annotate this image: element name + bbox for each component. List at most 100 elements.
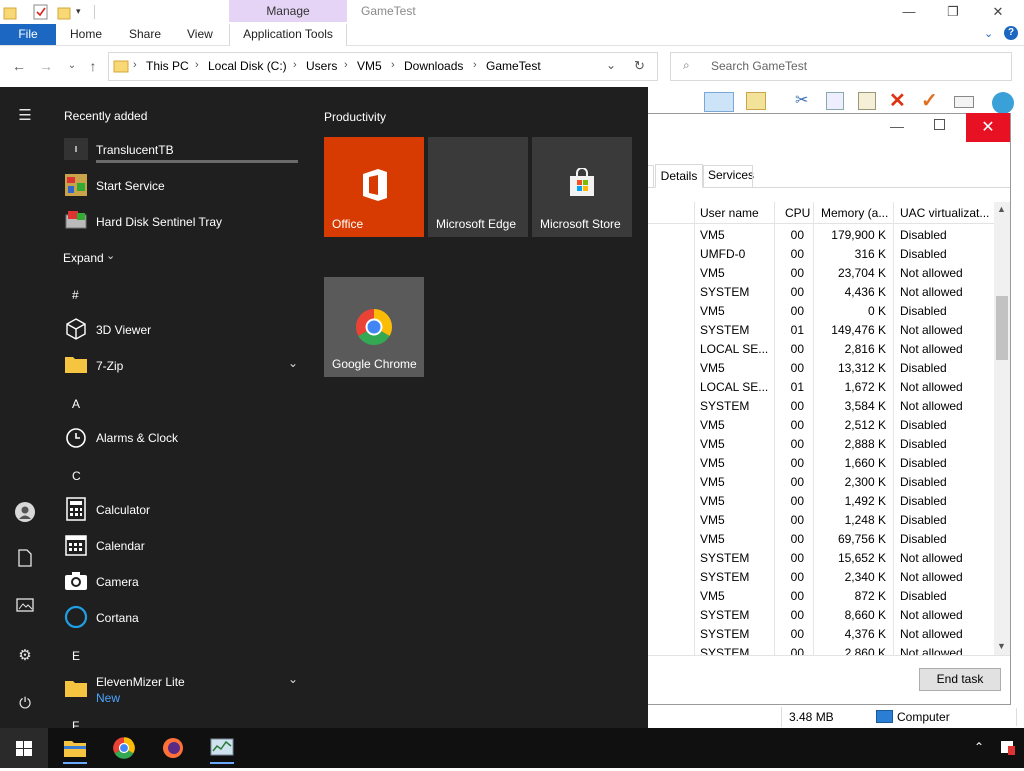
back-arrow-icon[interactable]: ←	[10, 57, 28, 75]
tab-application-tools[interactable]: Application Tools	[229, 24, 347, 46]
app-calculator[interactable]: Calculator	[96, 503, 150, 517]
group-letter[interactable]: E	[72, 649, 80, 663]
copy-icon[interactable]	[826, 92, 844, 110]
table-row[interactable]: SYSTEM 00 2,860 K Not allowed	[648, 643, 994, 655]
group-letter[interactable]: F	[72, 719, 79, 728]
table-row[interactable]: LOCAL SE... 00 2,816 K Not allowed	[648, 339, 994, 358]
power-icon[interactable]: ⏻	[14, 693, 36, 715]
table-row[interactable]: VM5 00 179,900 K Disabled	[648, 225, 994, 244]
table-row[interactable]: SYSTEM 00 15,652 K Not allowed	[648, 548, 994, 567]
check-icon[interactable]: ✓	[921, 88, 938, 113]
table-row[interactable]: UMFD-0 00 316 K Disabled	[648, 244, 994, 263]
tab-previous-partial[interactable]	[648, 165, 654, 188]
table-row[interactable]: SYSTEM 00 3,584 K Not allowed	[648, 396, 994, 415]
firefox-taskbar-icon[interactable]	[161, 736, 185, 760]
paste-icon[interactable]	[858, 92, 876, 110]
chevron-down-icon[interactable]: ⌄	[288, 672, 298, 686]
chevron-down-icon[interactable]: ⌄	[106, 249, 115, 262]
manage-context-tab[interactable]: Manage	[229, 0, 347, 22]
chevron-down-icon[interactable]: ⌄	[288, 356, 298, 370]
new-folder-icon[interactable]	[57, 4, 71, 20]
table-row[interactable]: VM5 00 2,512 K Disabled	[648, 415, 994, 434]
help-icon[interactable]: ?	[1004, 26, 1018, 40]
group-letter[interactable]: A	[72, 397, 80, 411]
recent-locations-icon[interactable]: ⌄	[63, 57, 81, 75]
table-row[interactable]: VM5 00 2,300 K Disabled	[648, 472, 994, 491]
app-translucenttb[interactable]: TranslucentTB	[96, 143, 174, 157]
cut-icon[interactable]: ✂	[795, 90, 808, 110]
app-hard-disk-sentinel[interactable]: Hard Disk Sentinel Tray	[96, 215, 222, 229]
show-hidden-icons[interactable]: ⌃	[974, 740, 984, 754]
hamburger-menu-icon[interactable]: ☰	[14, 105, 36, 127]
app-alarms-clock[interactable]: Alarms & Clock	[96, 431, 178, 445]
table-row[interactable]: VM5 00 13,312 K Disabled	[648, 358, 994, 377]
pictures-icon[interactable]	[14, 597, 36, 619]
col-username[interactable]: User name	[700, 206, 759, 220]
tm-close-icon[interactable]: ✕	[966, 113, 1010, 142]
table-row[interactable]: SYSTEM 00 2,340 K Not allowed	[648, 567, 994, 586]
chrome-taskbar-icon[interactable]	[112, 736, 136, 760]
address-dropdown-icon[interactable]: ⌄	[606, 58, 616, 72]
breadcrumb-item[interactable]: VM5	[357, 59, 382, 73]
tab-file[interactable]: File	[0, 24, 56, 45]
app-cortana[interactable]: Cortana	[96, 611, 139, 625]
breadcrumb-item[interactable]: This PC	[146, 59, 189, 73]
rename-icon[interactable]	[954, 96, 974, 108]
scrollbar-thumb[interactable]	[996, 296, 1008, 360]
close-icon[interactable]: ✕	[986, 2, 1010, 22]
col-uac-virtualization[interactable]: UAC virtualizat...	[900, 206, 989, 220]
col-memory[interactable]: Memory (a...	[821, 206, 888, 220]
task-manager-taskbar-icon[interactable]	[210, 737, 234, 759]
tab-details[interactable]: Details	[655, 164, 703, 188]
quick-access-dropdown-icon[interactable]: ▾	[76, 6, 86, 18]
documents-icon[interactable]	[14, 549, 36, 571]
table-row[interactable]: SYSTEM 00 8,660 K Not allowed	[648, 605, 994, 624]
tile-microsoft-edge[interactable]: Microsoft Edge	[428, 137, 528, 237]
table-row[interactable]: VM5 00 1,248 K Disabled	[648, 510, 994, 529]
app-3d-viewer[interactable]: 3D Viewer	[96, 323, 151, 337]
refresh-icon[interactable]: ↻	[634, 58, 645, 74]
table-row[interactable]: SYSTEM 00 4,376 K Not allowed	[648, 624, 994, 643]
tm-minimize-icon[interactable]: —	[890, 118, 904, 134]
tile-office[interactable]: Office	[324, 137, 424, 237]
table-row[interactable]: VM5 00 872 K Disabled	[648, 586, 994, 605]
col-cpu[interactable]: CPU	[785, 206, 810, 220]
minimize-icon[interactable]: —	[897, 2, 921, 22]
expand-button[interactable]: Expand	[63, 251, 104, 265]
end-task-button[interactable]: End task	[919, 668, 1001, 691]
ribbon-expand-icon[interactable]: ⌄	[984, 27, 993, 40]
breadcrumb-item[interactable]: Downloads	[404, 59, 463, 73]
table-row[interactable]: VM5 00 1,660 K Disabled	[648, 453, 994, 472]
app-start-service[interactable]: Start Service	[96, 179, 165, 193]
table-row[interactable]: SYSTEM 01 149,476 K Not allowed	[648, 320, 994, 339]
table-row[interactable]: VM5 00 0 K Disabled	[648, 301, 994, 320]
app-calendar[interactable]: Calendar	[96, 539, 145, 553]
table-row[interactable]: VM5 00 1,492 K Disabled	[648, 491, 994, 510]
tm-maximize-icon[interactable]	[934, 119, 945, 130]
app-camera[interactable]: Camera	[96, 575, 139, 589]
start-button[interactable]	[0, 728, 48, 768]
vertical-scrollbar[interactable]	[994, 202, 1010, 655]
scroll-down-icon[interactable]: ▼	[997, 641, 1006, 651]
file-explorer-taskbar-icon[interactable]	[63, 738, 87, 758]
user-avatar-icon[interactable]	[15, 502, 35, 522]
breadcrumb-item[interactable]: Users	[306, 59, 337, 73]
properties-icon[interactable]	[33, 4, 48, 20]
globe-icon[interactable]	[992, 92, 1014, 114]
tab-share[interactable]: Share	[129, 24, 161, 45]
shield-notification-icon[interactable]	[1000, 738, 1016, 756]
tab-home[interactable]: Home	[70, 24, 102, 45]
forward-arrow-icon[interactable]: →	[37, 57, 55, 75]
address-bar[interactable]	[108, 52, 658, 81]
view-icon[interactable]	[704, 92, 734, 112]
group-letter[interactable]: C	[72, 469, 81, 483]
table-row[interactable]: VM5 00 69,756 K Disabled	[648, 529, 994, 548]
up-arrow-icon[interactable]: ↑	[84, 57, 102, 75]
table-row[interactable]: VM5 00 2,888 K Disabled	[648, 434, 994, 453]
app-elevenmizer-lite[interactable]: ElevenMizer Lite	[96, 675, 185, 689]
tile-microsoft-store[interactable]: Microsoft Store	[532, 137, 632, 237]
folder-icon[interactable]	[3, 4, 17, 20]
table-row[interactable]: LOCAL SE... 01 1,672 K Not allowed	[648, 377, 994, 396]
table-row[interactable]: VM5 00 23,704 K Not allowed	[648, 263, 994, 282]
tile-google-chrome[interactable]: Google Chrome	[324, 277, 424, 377]
